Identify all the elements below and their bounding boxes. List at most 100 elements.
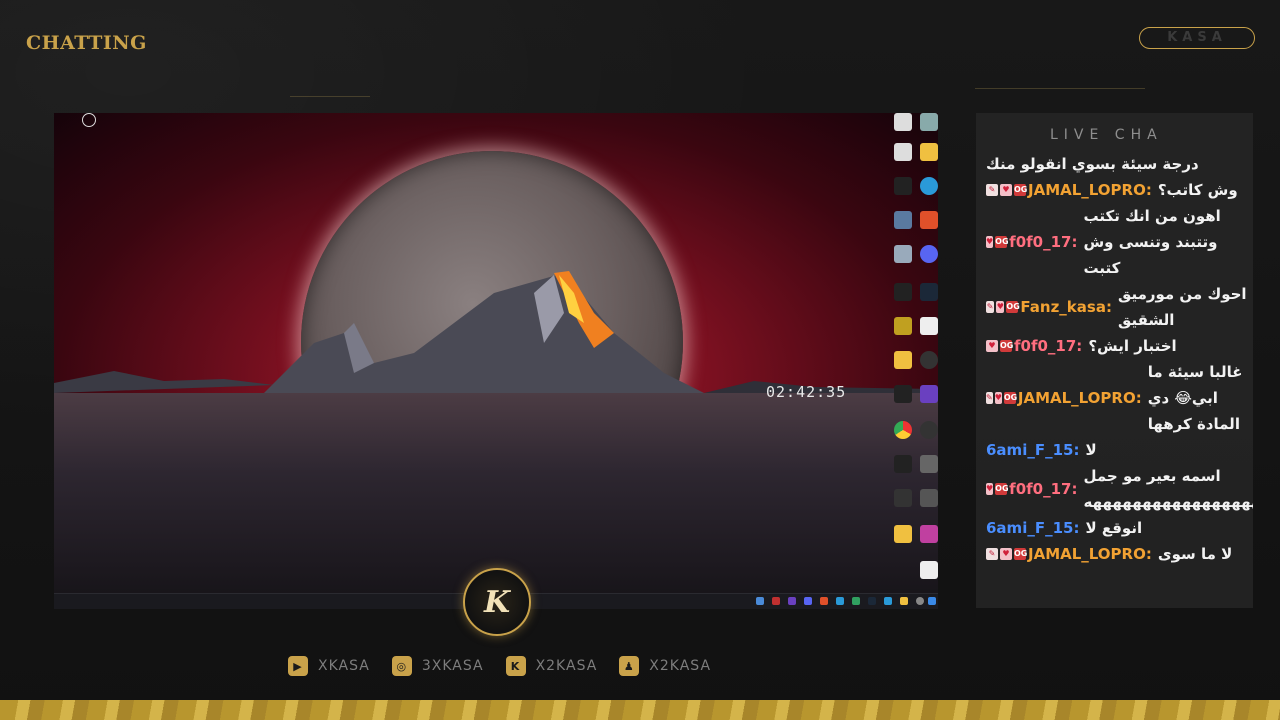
edit-badge-icon: ✎ — [986, 392, 993, 404]
desktop-icon[interactable] — [920, 561, 938, 579]
desktop-icon[interactable] — [894, 211, 912, 229]
taskbar-icon[interactable] — [836, 597, 844, 605]
taskbar-icon[interactable] — [884, 597, 892, 605]
steam-icon[interactable] — [920, 283, 938, 301]
taskbar-icon[interactable] — [772, 597, 780, 605]
chat-text: غالبا سيئة ما ابي😂 دي المادة كرهها — [1147, 363, 1243, 433]
chat-text: لا ما سوى — [1157, 545, 1233, 563]
og-badge-icon: OG — [1000, 340, 1014, 352]
chat-messages: درجة سيئة بسوي انقولو منك ✎ ♥ OG JAMAL_LOPRO… — [986, 151, 1253, 567]
og-badge-icon: OG — [1003, 392, 1018, 404]
taskbar-icon[interactable] — [820, 597, 828, 605]
chat-username: JAMAL_LOPRO: — [1028, 181, 1152, 199]
chat-text: اسمه بعير مو جمل ههههههههههههههههههههههه… — [1083, 467, 1253, 511]
edit-badge-icon: ✎ — [986, 184, 998, 196]
desktop-icon[interactable] — [894, 489, 912, 507]
decor-line-top — [290, 96, 370, 97]
kick-icon: K — [505, 656, 526, 676]
desktop-icon[interactable] — [894, 177, 912, 195]
taskbar-icon[interactable] — [756, 597, 764, 605]
og-badge-icon: OG — [995, 236, 1009, 248]
chat-message: 6ami_F_15: لا — [986, 437, 1248, 463]
gold-bottom-band — [0, 700, 1280, 720]
tiktok-icon[interactable] — [894, 455, 912, 473]
file-icon[interactable] — [920, 317, 938, 335]
social-links: ▶ XKASA ◎ 3XKASA K X2KASA ♟ X2KASA — [288, 656, 711, 676]
chat-title: LIVE CHA — [1050, 127, 1163, 143]
logo-letter: K — [483, 584, 511, 620]
desktop-icon[interactable] — [894, 245, 912, 263]
chat-username: f0f0_17: — [1009, 233, 1078, 251]
taskbar-icon[interactable] — [804, 597, 812, 605]
kasa-pill: KASA — [1139, 27, 1255, 49]
chat-username: JAMAL_LOPRO: — [1017, 389, 1142, 407]
water-reflection — [54, 393, 938, 593]
chat-text: وش كاتب؟ — [1157, 181, 1238, 199]
chat-message: ✎ ♥ OG Fanz_kasa: احوك من مورميق الشقيق — [986, 281, 1248, 333]
youtube-icon: ▶ — [288, 656, 308, 676]
og-badge-icon: OG — [1006, 301, 1020, 313]
desktop-icon[interactable] — [894, 113, 912, 131]
desktop-icon[interactable] — [894, 317, 912, 335]
epic-games-icon[interactable] — [894, 385, 912, 403]
heart-badge-icon: ♥ — [994, 392, 1002, 404]
desktop-icon[interactable] — [920, 455, 938, 473]
og-badge-icon: OG — [995, 483, 1009, 495]
search-icon[interactable] — [916, 597, 924, 605]
folder-icon[interactable] — [894, 351, 912, 369]
taskbar-icon[interactable] — [852, 597, 860, 605]
chat-text: درجة سيئة بسوي انقولو منك — [986, 155, 1199, 173]
chat-username: Fanz_kasa: — [1020, 298, 1112, 316]
chat-message: ✎ ♥ OG JAMAL_LOPRO: غالبا سيئة ما ابي😂 دي ال… — [986, 359, 1248, 437]
taskbar-icon[interactable] — [868, 597, 876, 605]
desktop-icon[interactable] — [920, 489, 938, 507]
chat-username: 6ami_F_15: — [986, 519, 1080, 537]
folder-icon[interactable] — [894, 525, 912, 543]
desktop-screen: 02:42:35 — [54, 113, 938, 609]
social-label: X2KASA — [649, 658, 712, 674]
edit-badge-icon: ✎ — [986, 548, 998, 560]
edge-icon[interactable] — [920, 177, 938, 195]
chat-username: f0f0_17: — [1014, 337, 1083, 355]
social-youtube: ▶ XKASA — [288, 656, 370, 676]
chrome-icon[interactable] — [894, 421, 912, 439]
folder-icon[interactable] — [920, 143, 938, 161]
social-label: X2KASA — [535, 658, 598, 674]
og-badge-icon: OG — [1014, 548, 1028, 560]
chat-username: JAMAL_LOPRO: — [1028, 545, 1152, 563]
taskbar-icon[interactable] — [900, 597, 908, 605]
desktop-icon[interactable] — [894, 283, 912, 301]
chat-username: f0f0_17: — [1009, 480, 1078, 498]
windows-start-icon[interactable] — [928, 597, 936, 605]
chat-message: ♥ OG f0f0_17: اختبار ايش؟ — [986, 333, 1248, 359]
chat-username: 6ami_F_15: — [986, 441, 1080, 459]
chat-message: درجة سيئة بسوي انقولو منك — [986, 151, 1248, 177]
snapchat-icon: ♟ — [619, 656, 640, 676]
desktop-icon[interactable] — [920, 113, 938, 131]
heart-badge-icon: ♥ — [996, 301, 1005, 313]
social-label: 3XKASA — [421, 658, 484, 674]
desktop-icon[interactable] — [920, 385, 938, 403]
instagram-icon: ◎ — [391, 656, 412, 676]
messenger-icon[interactable] — [920, 421, 938, 439]
social-label: XKASA — [318, 658, 370, 674]
taskbar-icon[interactable] — [788, 597, 796, 605]
heart-badge-icon: ♥ — [1000, 548, 1012, 560]
brand-title: CHATTING — [26, 32, 147, 54]
chat-text: انوقع لا — [1085, 519, 1143, 537]
chat-message: 6ami_F_15: انوقع لا — [986, 515, 1248, 541]
decor-line-right — [975, 88, 1145, 89]
brave-icon[interactable] — [920, 211, 938, 229]
chat-text: احوك من مورميق الشقيق — [1117, 285, 1247, 329]
chat-text: اهون من انك تكتب وتتبند وتنسى وش كتبت — [1083, 207, 1221, 277]
desktop-icon[interactable] — [894, 143, 912, 161]
heart-badge-icon: ♥ — [1000, 184, 1012, 196]
discord-icon[interactable] — [920, 245, 938, 263]
obs-icon[interactable] — [920, 351, 938, 369]
chat-message: ✎ ♥ OG JAMAL_LOPRO: وش كاتب؟ — [986, 177, 1248, 203]
desktop-icon[interactable] — [920, 525, 938, 543]
chat-message: ♥ OG f0f0_17: اهون من انك تكتب وتتبند وتنسى… — [986, 203, 1248, 281]
recycle-bin-icon[interactable] — [82, 113, 96, 127]
chat-text: لا — [1085, 441, 1097, 459]
heart-badge-icon: ♥ — [986, 340, 998, 352]
